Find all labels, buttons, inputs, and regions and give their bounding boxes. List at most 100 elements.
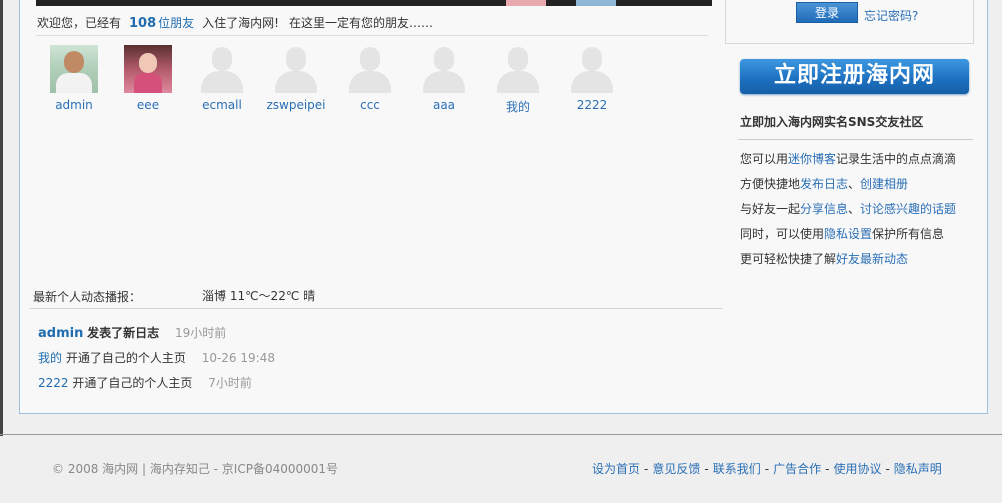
member-avatar-item[interactable]: 2222	[557, 45, 627, 112]
avatar[interactable]	[50, 45, 98, 93]
left-edge-bar	[0, 0, 3, 436]
copyright-text: © 2008 海内网 | 海内存知己 - 京ICP备04000001号	[52, 462, 339, 476]
privacy-settings-link[interactable]: 隐私设置	[824, 227, 872, 241]
top-banner-image	[36, 0, 712, 6]
footer-separator: -	[704, 462, 709, 476]
member-name-link[interactable]: aaa	[409, 98, 479, 112]
forgot-password-link[interactable]: 忘记密码?	[864, 7, 918, 24]
feed-user-link[interactable]: 我的	[38, 351, 62, 365]
weather-info: 淄博 11℃～22℃ 晴	[202, 289, 316, 303]
footer-link[interactable]: 意见反馈	[652, 462, 700, 476]
feed-item: 我的 开通了自己的个人主页 10-26 19:48	[38, 349, 275, 366]
member-avatar-item[interactable]: ccc	[335, 45, 405, 112]
register-button[interactable]: 立即注册海内网	[740, 59, 969, 94]
avatar-head	[64, 51, 84, 73]
friend-updates-link[interactable]: 好友最新动态	[836, 252, 908, 266]
member-name-link[interactable]: ccc	[335, 98, 405, 112]
footer-link[interactable]: 隐私声明	[894, 462, 942, 476]
footer-separator: -	[885, 462, 890, 476]
feed-action: 开通了自己的个人主页	[65, 351, 186, 365]
avatar-body	[349, 71, 391, 93]
feed-item: 2222 开通了自己的个人主页 7小时前	[38, 374, 252, 391]
login-button[interactable]: 登录	[796, 2, 858, 23]
footer-divider	[0, 434, 1002, 435]
feature-text: 更可轻松快捷了解	[740, 252, 837, 266]
feed-item: admin 发表了新日志 19小时前	[38, 324, 226, 341]
welcome-prefix: 欢迎您，已经有	[37, 16, 122, 30]
feed-time: 7小时前	[208, 376, 252, 390]
welcome-message: 欢迎您，已经有 108 位朋友 入住了海内网! 在这里一定有您的朋友……	[37, 14, 707, 31]
feed-action: 开通了自己的个人主页	[72, 376, 193, 390]
default-avatar-icon[interactable]	[272, 45, 320, 93]
member-avatar-item[interactable]: zswpeipei	[261, 45, 331, 112]
feed-divider	[30, 308, 722, 309]
avatar-head	[212, 47, 232, 71]
feed-action: 发表了新日志	[87, 326, 160, 340]
member-name-link[interactable]: zswpeipei	[261, 98, 331, 112]
feature-text: 与好友一起	[740, 202, 801, 216]
banner-decoration	[576, 0, 616, 6]
footer-separator: -	[825, 462, 830, 476]
feature-text: 同时，可以使用	[740, 227, 825, 241]
member-avatar-item[interactable]: aaa	[409, 45, 479, 112]
welcome-tagline: 在这里一定有您的朋友……	[288, 16, 433, 30]
footer-separator: -	[764, 462, 770, 476]
avatar-body	[134, 73, 162, 93]
member-name-link[interactable]: admin	[39, 98, 109, 112]
avatar-body	[571, 71, 613, 93]
member-name-link[interactable]: eee	[113, 98, 183, 112]
welcome-divider	[36, 35, 708, 36]
feature-line: 您可以用迷你博客记录生活中的点点滴滴	[740, 150, 956, 167]
feature-text: 保护所有信息	[872, 227, 945, 241]
member-count-link[interactable]: 108	[129, 16, 156, 31]
feature-text: 、	[848, 202, 861, 216]
member-name-link[interactable]: 我的	[483, 98, 553, 115]
create-album-link[interactable]: 创建相册	[860, 177, 908, 191]
default-avatar-icon[interactable]	[198, 45, 246, 93]
feature-text: 方便快捷地	[740, 177, 801, 191]
default-avatar-icon[interactable]	[568, 45, 616, 93]
footer-link[interactable]: 设为首页	[592, 462, 640, 476]
member-avatar-grid: admin eee ecmall zswpeipei ccc aaa 我的 2222	[36, 45, 686, 120]
footer-link[interactable]: 联系我们	[713, 462, 761, 476]
footer-link[interactable]: 广告合作	[773, 462, 821, 476]
share-info-link[interactable]: 分享信息	[800, 202, 848, 216]
feature-text: 记录生活中的点点滴滴	[836, 152, 957, 166]
avatar-body	[497, 71, 539, 93]
avatar-head	[582, 47, 602, 71]
feed-heading: 最新个人动态播报：	[33, 290, 142, 304]
discuss-topics-link[interactable]: 讨论感兴趣的话题	[860, 202, 956, 216]
member-name-link[interactable]: ecmall	[187, 98, 257, 112]
feature-line: 与好友一起分享信息、讨论感兴趣的话题	[740, 200, 956, 217]
member-avatar-item[interactable]: eee	[113, 45, 183, 112]
avatar-body	[56, 73, 92, 93]
publish-journal-link[interactable]: 发布日志	[800, 177, 848, 191]
feed-user-link[interactable]: admin	[38, 326, 83, 341]
member-avatar-item[interactable]: admin	[39, 45, 109, 112]
member-avatar-item[interactable]: ecmall	[187, 45, 257, 112]
avatar-head	[434, 47, 454, 71]
feature-text: 您可以用	[740, 152, 789, 166]
friends-link[interactable]: 位朋友	[158, 16, 194, 30]
avatar-body	[423, 71, 465, 93]
default-avatar-icon[interactable]	[346, 45, 394, 93]
avatar-head	[360, 47, 380, 71]
avatar[interactable]	[124, 45, 172, 93]
avatar-head	[139, 53, 157, 73]
feed-user-link[interactable]: 2222	[38, 376, 69, 390]
welcome-joined: 入住了海内网!	[202, 16, 279, 30]
avatar-body	[275, 71, 317, 93]
member-avatar-item[interactable]: 我的	[483, 45, 553, 115]
feature-line: 同时，可以使用隐私设置保护所有信息	[740, 225, 944, 242]
default-avatar-icon[interactable]	[494, 45, 542, 93]
banner-decoration	[506, 0, 546, 6]
footer-separator: -	[644, 462, 649, 476]
feature-line: 方便快捷地发布日志、创建相册	[740, 175, 908, 192]
footer-links: 设为首页 - 意见反馈 - 联系我们 - 广告合作 - 使用协议 - 隐私声明	[592, 460, 942, 477]
default-avatar-icon[interactable]	[420, 45, 468, 93]
mini-blog-link[interactable]: 迷你博客	[788, 152, 836, 166]
footer-link[interactable]: 使用协议	[833, 462, 881, 476]
member-name-link[interactable]: 2222	[557, 98, 627, 112]
feature-line: 更可轻松快捷了解好友最新动态	[740, 250, 908, 267]
feed-time: 19小时前	[175, 326, 227, 340]
